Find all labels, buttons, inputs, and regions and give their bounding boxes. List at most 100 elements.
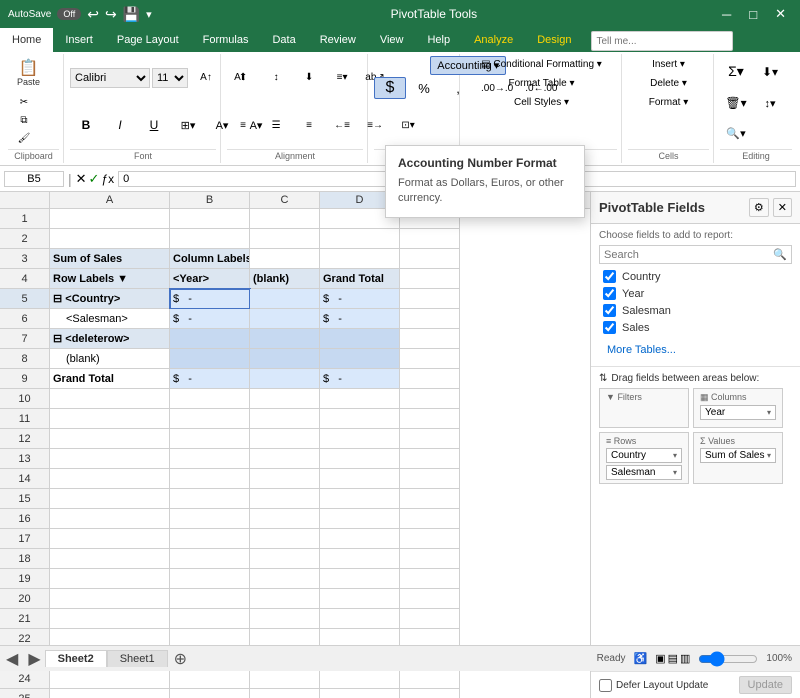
row-num-1[interactable]: 1 [0,209,49,229]
cell-e10[interactable] [400,389,460,409]
cell-b9[interactable]: $ - [170,369,250,389]
cell-a25[interactable] [50,689,170,698]
sheet-tab-sheet2[interactable]: Sheet2 [45,650,107,667]
cell-e4[interactable] [400,269,460,289]
cut-button[interactable]: ✂ [8,94,40,111]
cell-c9[interactable] [250,369,320,389]
cell-b2[interactable] [170,229,250,249]
cell-b13[interactable] [170,449,250,469]
save-icon[interactable]: 💾 [123,6,140,23]
cell-c11[interactable] [250,409,320,429]
row-num-16[interactable]: 16 [0,509,49,529]
row-num-20[interactable]: 20 [0,589,49,609]
values-sum-chip[interactable]: Sum of Sales ▾ [700,448,776,463]
cell-d19[interactable] [320,569,400,589]
cell-c5[interactable] [250,289,320,309]
cell-d21[interactable] [320,609,400,629]
cell-e24[interactable] [400,669,460,689]
col-header-c[interactable]: C [250,192,320,208]
cell-c24[interactable] [250,669,320,689]
cell-a18[interactable] [50,549,170,569]
page-layout-view-button[interactable]: ▤ [668,652,678,665]
tab-design[interactable]: Design [525,28,583,52]
undo-icon[interactable]: ↩ [87,6,99,23]
cell-e12[interactable] [400,429,460,449]
cell-c1[interactable] [250,209,320,229]
cell-d12[interactable] [320,429,400,449]
pivot-search-input[interactable] [604,249,769,261]
cell-e9[interactable] [400,369,460,389]
cell-d25[interactable] [320,689,400,698]
add-sheet-button[interactable]: ⊕ [168,649,193,669]
tab-home[interactable]: Home [0,28,53,52]
cell-d7[interactable] [320,329,400,349]
cell-d17[interactable] [320,529,400,549]
cell-c20[interactable] [250,589,320,609]
row-num-6[interactable]: 6 [0,309,49,329]
maximize-button[interactable]: □ [743,5,763,24]
cell-b14[interactable] [170,469,250,489]
more-tables-link[interactable]: More Tables... [599,340,792,360]
scroll-left-button[interactable]: ◀ [0,649,24,669]
cell-b15[interactable] [170,489,250,509]
tab-data[interactable]: Data [260,28,307,52]
cell-e16[interactable] [400,509,460,529]
pivot-close-button[interactable]: ✕ [773,198,792,217]
cell-b7[interactable] [170,329,250,349]
cell-c15[interactable] [250,489,320,509]
underline-button[interactable]: U [138,115,170,135]
cell-a14[interactable] [50,469,170,489]
cell-e21[interactable] [400,609,460,629]
row-num-25[interactable]: 25 [0,689,49,698]
row-num-3[interactable]: 3 [0,249,49,269]
cell-b24[interactable] [170,669,250,689]
row-num-10[interactable]: 10 [0,389,49,409]
cell-b17[interactable] [170,529,250,549]
tab-analyze[interactable]: Analyze [462,28,525,52]
autosave-toggle[interactable]: Off [57,8,81,20]
cell-a6[interactable]: <Salesman> [50,309,170,329]
clear-button[interactable]: 🗑▾ [720,93,752,113]
minimize-button[interactable]: ─ [716,5,737,24]
tab-view[interactable]: View [368,28,416,52]
cell-c17[interactable] [250,529,320,549]
cell-d2[interactable] [320,229,400,249]
cell-e20[interactable] [400,589,460,609]
cell-b16[interactable] [170,509,250,529]
row-num-11[interactable]: 11 [0,409,49,429]
cell-d11[interactable] [320,409,400,429]
cell-e5[interactable] [400,289,460,309]
cancel-formula-button[interactable]: ✕ [76,171,87,187]
rows-country-chip[interactable]: Country ▾ [606,448,682,463]
cell-b3[interactable]: Column Labels ▼ [170,249,250,269]
cell-d5[interactable]: $ - [320,289,400,309]
cell-a7[interactable]: ⊟ <deleterow> [50,329,170,349]
cell-e13[interactable] [400,449,460,469]
cell-d18[interactable] [320,549,400,569]
align-left-button[interactable]: ≡ [227,117,259,134]
confirm-formula-button[interactable]: ✓ [89,171,100,187]
cell-a8[interactable]: (blank) [50,349,170,369]
cell-d14[interactable] [320,469,400,489]
increase-font-button[interactable]: A↑ [190,70,222,85]
cell-c8[interactable] [250,349,320,369]
cell-a17[interactable] [50,529,170,549]
cell-d8[interactable] [320,349,400,369]
col-header-a[interactable]: A [50,192,170,208]
row-num-14[interactable]: 14 [0,469,49,489]
update-button[interactable]: Update [739,676,792,694]
cell-b21[interactable] [170,609,250,629]
cell-d24[interactable] [320,669,400,689]
tab-review[interactable]: Review [308,28,368,52]
cell-a19[interactable] [50,569,170,589]
cell-e7[interactable] [400,329,460,349]
cell-a3[interactable]: Sum of Sales [50,249,170,269]
tab-formulas[interactable]: Formulas [191,28,261,52]
cell-e15[interactable] [400,489,460,509]
row-num-12[interactable]: 12 [0,429,49,449]
cell-styles-button[interactable]: Cell Styles ▾ [466,94,617,111]
align-middle-button[interactable]: ↕ [260,69,292,86]
cell-e2[interactable] [400,229,460,249]
sheet-tab-sheet1[interactable]: Sheet1 [107,650,168,667]
cell-c10[interactable] [250,389,320,409]
